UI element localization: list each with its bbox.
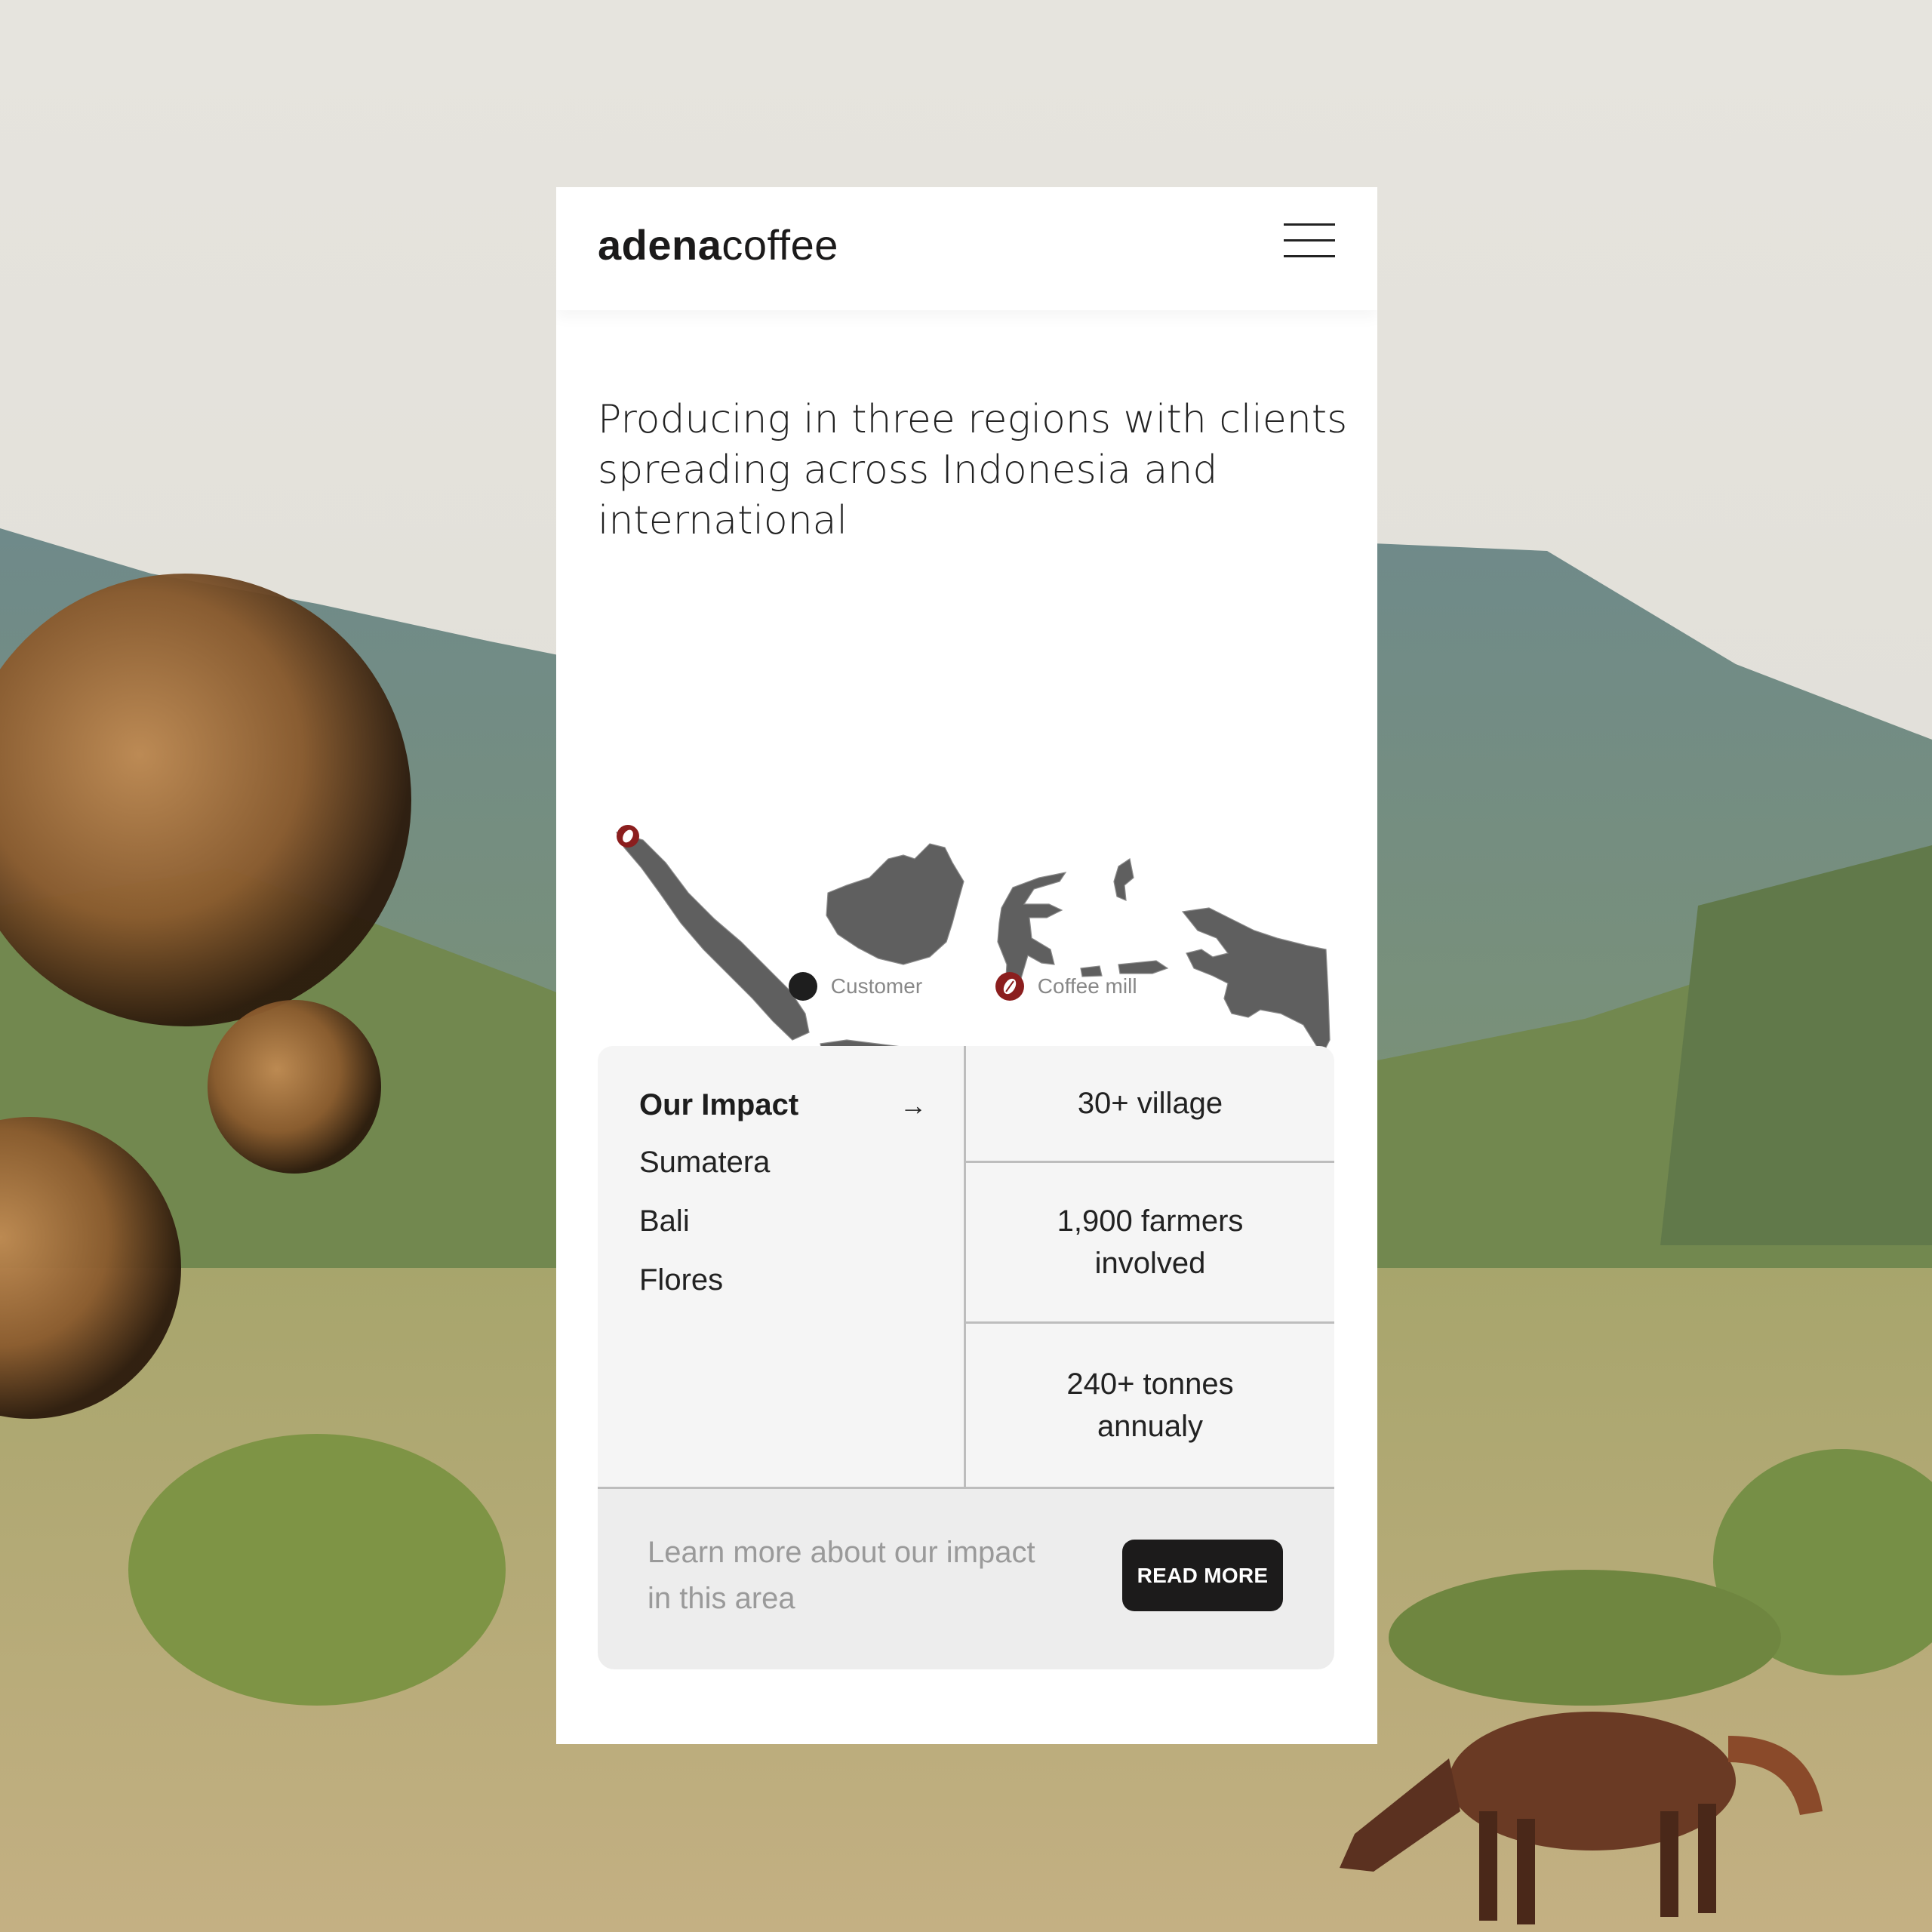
cta-panel: Learn more about our impact in this area… (598, 1489, 1334, 1669)
mobile-page-card: adenacoffee Producing in three regions w… (556, 187, 1377, 1744)
legend-coffee-mill: Coffee mill (995, 972, 1137, 1001)
brand-logo[interactable]: adenacoffee (598, 220, 838, 269)
legend-coffee-mill-label: Coffee mill (1037, 974, 1137, 998)
brand-logo-light: coffee (721, 221, 838, 269)
stat-tonnes: 240+ tonnes annualy (1066, 1367, 1234, 1443)
region-item-sumatera[interactable]: Sumatera (639, 1146, 770, 1180)
customer-dot-icon (789, 972, 817, 1001)
stat-farmers: 1,900 farmers involved (1057, 1204, 1244, 1280)
map-region-halmahera (1113, 858, 1134, 901)
impact-panel: Our Impact → Sumatera Bali Flores 30+ vi… (598, 1046, 1334, 1489)
coffee-bean-icon (995, 972, 1024, 1001)
impact-title[interactable]: Our Impact (639, 1088, 798, 1122)
map-region-sumatra (615, 832, 810, 1041)
legend-customer-label: Customer (830, 974, 923, 998)
hamburger-menu-icon[interactable] (1284, 223, 1335, 258)
legend-customer: Customer (789, 972, 922, 1001)
brand-logo-bold: adena (598, 221, 722, 269)
coffee-mill-marker-sumatera[interactable] (617, 825, 639, 848)
map-region-papua (1181, 907, 1331, 1057)
site-header: adenacoffee (556, 187, 1377, 310)
read-more-button[interactable]: READ MORE (1122, 1540, 1283, 1611)
region-item-bali[interactable]: Bali (639, 1204, 690, 1238)
stat-villages: 30+ village (1077, 1087, 1223, 1120)
page-headline: Producing in three regions with clients … (598, 397, 1348, 543)
map-region-kalimantan (826, 843, 964, 965)
region-item-flores[interactable]: Flores (639, 1263, 723, 1297)
arrow-right-icon[interactable]: → (900, 1090, 927, 1121)
cta-text: Learn more about our impact in this area (648, 1536, 1035, 1615)
